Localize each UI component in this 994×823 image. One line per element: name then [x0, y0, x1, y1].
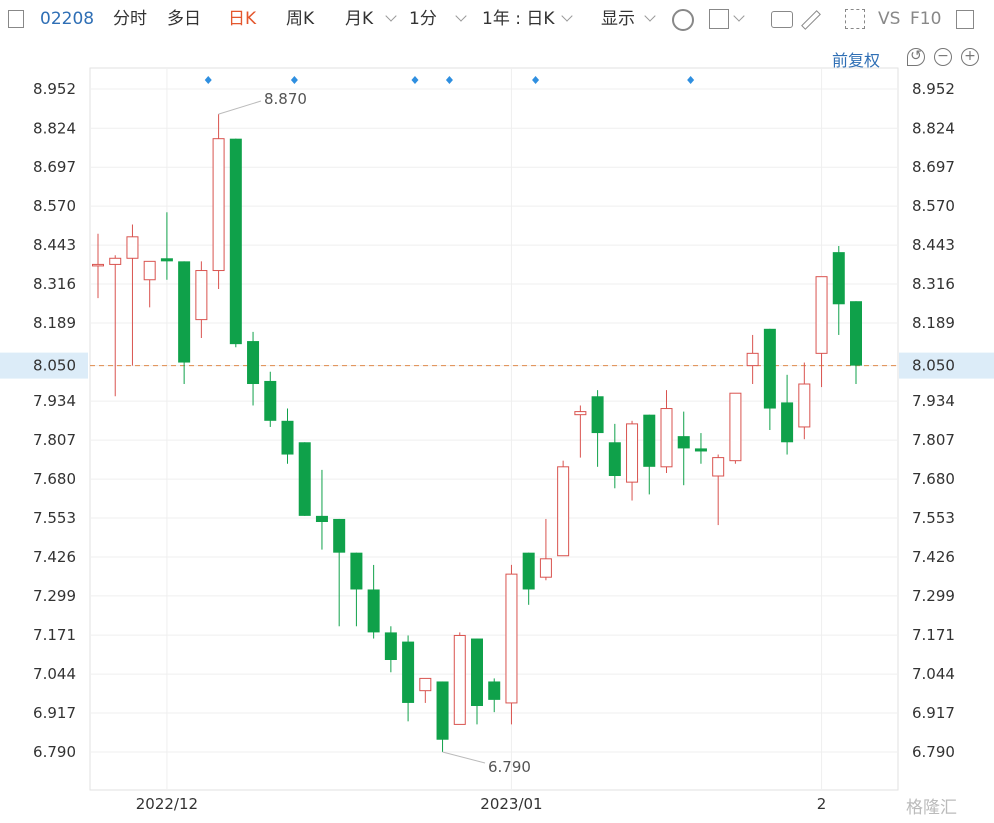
candle-body-up	[453, 634, 466, 725]
y-tick-label-right: 7.171	[912, 626, 955, 644]
y-tick-label-left: 8.570	[33, 197, 76, 215]
x-tick-label: 2	[817, 795, 827, 813]
y-tick-label-left: 8.189	[33, 314, 76, 332]
y-tick-label-right: 8.189	[912, 314, 955, 332]
candle-body-down	[832, 252, 845, 305]
candle-body-down	[229, 138, 242, 345]
candle-body-up	[195, 270, 208, 321]
y-tick-label-left: 8.952	[33, 80, 76, 98]
y-tick-label-left: 7.553	[33, 509, 76, 527]
annotation-label: 8.870	[264, 90, 307, 108]
candle-body-down	[298, 442, 311, 516]
y-tick-label-right: 7.807	[912, 431, 955, 449]
candle-body-down	[160, 258, 173, 262]
current-price-label-left: 8.050	[33, 357, 76, 375]
candle-body-up	[109, 257, 122, 265]
y-tick-label-left: 8.697	[33, 158, 76, 176]
candle-body-up	[712, 457, 725, 477]
candle-body-down	[367, 589, 380, 633]
candle-body-up	[505, 573, 518, 704]
candle-body-up	[539, 558, 552, 578]
y-tick-label-left: 7.299	[33, 587, 76, 605]
candle-body-up	[419, 677, 432, 692]
x-tick-label: 2022/12	[136, 795, 198, 813]
candle-body-down	[677, 436, 690, 449]
candle-body-down	[402, 641, 415, 703]
candle-body-down	[643, 414, 656, 467]
candle-body-down	[315, 515, 328, 523]
y-tick-label-left: 7.044	[33, 665, 76, 683]
y-tick-label-right: 8.697	[912, 158, 955, 176]
candle-body-up	[660, 408, 673, 468]
candle-body-down	[488, 681, 501, 700]
candle-body-down	[591, 396, 604, 434]
candle-body-up	[92, 263, 104, 267]
candle-body-up	[212, 138, 225, 272]
y-tick-label-right: 7.934	[912, 392, 955, 410]
y-tick-label-right: 7.044	[912, 665, 955, 683]
candle-body-down	[384, 632, 397, 661]
y-tick-label-right: 8.570	[912, 197, 955, 215]
candle-body-down	[471, 638, 483, 707]
y-tick-label-left: 7.934	[33, 392, 76, 410]
candle-body-down	[763, 328, 776, 409]
candle-body-down	[850, 301, 862, 366]
y-tick-label-right: 6.917	[912, 704, 955, 722]
candle-body-down	[522, 552, 535, 590]
candle-body-down	[350, 552, 363, 590]
y-tick-label-left: 7.171	[33, 626, 76, 644]
y-tick-label-left: 7.807	[33, 431, 76, 449]
candle-body-down	[333, 518, 346, 553]
y-tick-label-right: 7.426	[912, 548, 955, 566]
y-tick-label-right: 8.443	[912, 236, 955, 254]
candle-body-down	[178, 261, 191, 363]
y-tick-label-right: 7.680	[912, 470, 955, 488]
candle-body-down	[436, 681, 449, 740]
candle-body-down	[247, 341, 260, 385]
y-tick-label-left: 8.824	[33, 119, 76, 137]
candle-body-up	[557, 466, 570, 557]
x-tick-label: 2023/01	[480, 795, 542, 813]
y-tick-label-left: 8.443	[33, 236, 76, 254]
annotation-label: 6.790	[488, 758, 531, 776]
candle-body-up	[815, 276, 828, 354]
watermark: 格隆汇	[906, 798, 957, 818]
candle-body-up	[729, 392, 742, 462]
y-tick-label-right: 8.316	[912, 275, 955, 293]
candle-body-up	[143, 260, 156, 281]
y-tick-label-left: 6.790	[33, 743, 76, 761]
y-tick-label-right: 8.952	[912, 80, 955, 98]
candlestick-chart: 8.952 8.952 8.824 8.824 8.697 8.697 8.570 8.570…	[0, 67, 994, 813]
y-tick-label-right: 7.553	[912, 509, 955, 527]
candle-body-up	[626, 423, 639, 483]
candle-body-up	[798, 383, 811, 428]
candle-body-down	[264, 380, 277, 421]
y-tick-label-right: 8.824	[912, 119, 955, 137]
y-tick-label-left: 7.426	[33, 548, 76, 566]
candle-body-up	[126, 236, 139, 259]
candle-body-down	[608, 442, 621, 477]
y-tick-label-right: 7.299	[912, 587, 955, 605]
y-tick-label-left: 6.917	[33, 704, 76, 722]
candle-body-up	[574, 411, 587, 416]
candle-body-down	[781, 402, 794, 443]
candle-body-down	[694, 448, 707, 452]
y-tick-label-left: 8.316	[33, 275, 76, 293]
y-tick-label-right: 6.790	[912, 743, 955, 761]
candle-body-down	[281, 420, 294, 455]
current-price-label-right: 8.050	[912, 357, 955, 375]
y-tick-label-left: 7.680	[33, 470, 76, 488]
candle-body-up	[746, 352, 759, 367]
